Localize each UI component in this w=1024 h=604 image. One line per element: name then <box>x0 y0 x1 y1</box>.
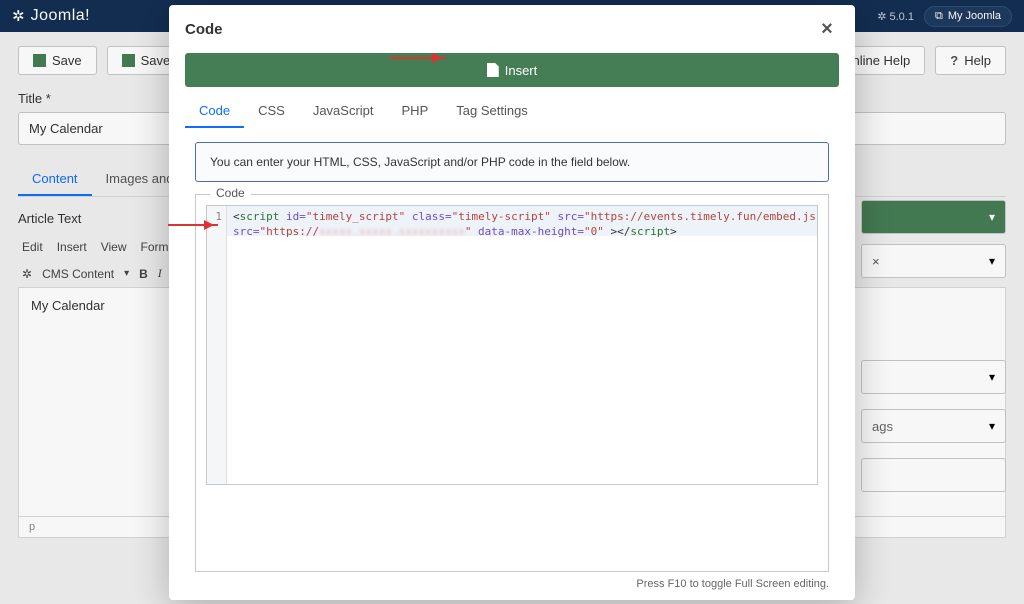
modal-title: Code <box>185 21 223 38</box>
tab-php[interactable]: PHP <box>388 95 443 128</box>
code-fieldset: Code 1 <script id="timely_script" class=… <box>195 194 829 572</box>
code-legend: Code <box>210 186 251 200</box>
code-modal: Code × Insert Code CSS JavaScript PHP Ta… <box>169 5 855 600</box>
code-tabs: Code CSS JavaScript PHP Tag Settings <box>169 87 855 128</box>
code-editor[interactable]: 1 <script id="timely_script" class="time… <box>206 205 818 485</box>
fullscreen-hint: Press F10 to toggle Full Screen editing. <box>169 578 829 590</box>
insert-button[interactable]: Insert <box>185 53 839 87</box>
tab-css[interactable]: CSS <box>244 95 299 128</box>
line-gutter: 1 <box>207 206 227 484</box>
annotation-arrow-insert <box>390 57 446 59</box>
tab-javascript[interactable]: JavaScript <box>299 95 388 128</box>
redacted-url: xxxxx.xxxxx.xxxxxxxxxx <box>319 225 465 238</box>
file-icon <box>487 63 499 77</box>
code-editor-body[interactable]: <script id="timely_script" class="timely… <box>227 206 817 484</box>
info-box: You can enter your HTML, CSS, JavaScript… <box>195 142 829 182</box>
tab-tag-settings[interactable]: Tag Settings <box>442 95 542 128</box>
insert-label: Insert <box>505 63 538 78</box>
close-icon[interactable]: × <box>815 17 839 41</box>
tab-code[interactable]: Code <box>185 95 244 128</box>
annotation-arrow-code <box>168 224 218 226</box>
